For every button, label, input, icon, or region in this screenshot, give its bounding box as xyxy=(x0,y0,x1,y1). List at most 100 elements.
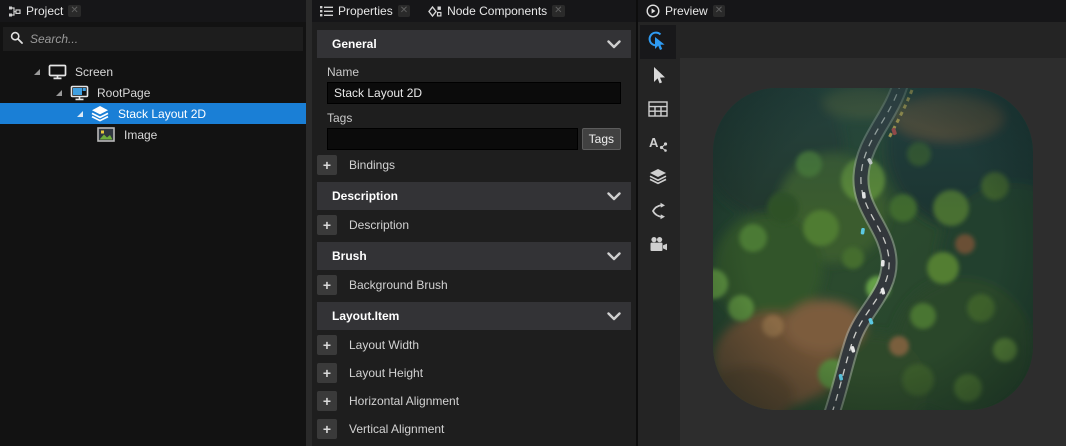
section-general[interactable]: General xyxy=(317,30,631,58)
section-description[interactable]: Description xyxy=(317,182,631,210)
tab-preview-close-icon[interactable]: ✕ xyxy=(713,5,725,17)
interact-tool-button[interactable] xyxy=(640,25,676,59)
section-brush[interactable]: Brush xyxy=(317,242,631,270)
project-tabbar: Project ✕ xyxy=(0,0,306,22)
add-layout-width-button[interactable]: + xyxy=(317,335,337,355)
preview-panel: Preview ✕ xyxy=(638,0,1066,446)
add-description-button[interactable]: + xyxy=(317,215,337,235)
node-components-icon xyxy=(428,5,442,18)
branch-arrows-icon xyxy=(648,202,668,223)
preview-canvas[interactable] xyxy=(680,58,1066,446)
description-row-label: Description xyxy=(349,218,409,232)
properties-content: General Name Tags Tags + Bindings xyxy=(312,22,636,446)
background-brush-row: + Background Brush xyxy=(312,272,636,298)
chevron-down-icon[interactable] xyxy=(607,252,621,261)
connections-tool-button[interactable] xyxy=(640,195,676,229)
grid-icon xyxy=(648,101,668,120)
tab-node-components[interactable]: Node Components ✕ xyxy=(420,0,572,22)
project-tree: Screen RootPage Stack Layout 2D xyxy=(0,57,306,446)
stack-layout-icon xyxy=(90,105,110,122)
application-window: Project ✕ Screen xyxy=(0,0,1066,446)
background-brush-label: Background Brush xyxy=(349,278,448,292)
screen-icon xyxy=(47,64,67,80)
tree-item-label: RootPage xyxy=(97,86,150,100)
pointer-click-icon xyxy=(647,30,669,55)
search-input[interactable] xyxy=(30,32,296,46)
tab-project[interactable]: Project ✕ xyxy=(0,0,89,22)
tags-field: Tags Tags xyxy=(327,104,621,150)
tree-item-label: Stack Layout 2D xyxy=(118,107,206,121)
bindings-label: Bindings xyxy=(349,158,395,172)
expander-icon[interactable] xyxy=(56,90,62,96)
tags-button[interactable]: Tags xyxy=(582,128,621,150)
chevron-down-icon[interactable] xyxy=(607,192,621,201)
tags-input[interactable] xyxy=(327,128,578,150)
layout-height-label: Layout Height xyxy=(349,366,423,380)
vertical-alignment-row: + Vertical Alignment xyxy=(312,416,636,442)
bindings-row: + Bindings xyxy=(312,152,636,178)
grid-tool-button[interactable] xyxy=(640,93,676,127)
add-binding-button[interactable]: + xyxy=(317,155,337,175)
chevron-down-icon[interactable] xyxy=(607,312,621,321)
section-brush-title: Brush xyxy=(332,249,367,263)
description-row: + Description xyxy=(312,212,636,238)
search-icon xyxy=(10,31,23,47)
preview-toolbar: A xyxy=(638,22,680,446)
tab-properties-close-icon[interactable]: ✕ xyxy=(398,5,410,17)
svg-text:A: A xyxy=(649,135,659,150)
add-horizontal-alignment-button[interactable]: + xyxy=(317,391,337,411)
tags-label: Tags xyxy=(327,104,621,128)
properties-tabbar: Properties ✕ Node Components ✕ xyxy=(312,0,636,22)
tree-item-stack-layout-2d[interactable]: Stack Layout 2D xyxy=(0,103,306,124)
tab-properties[interactable]: Properties ✕ xyxy=(312,0,418,22)
image-icon xyxy=(96,127,116,142)
add-layout-height-button[interactable]: + xyxy=(317,363,337,383)
expander-icon[interactable] xyxy=(77,111,83,117)
text-tool-button[interactable]: A xyxy=(640,127,676,161)
tab-preview[interactable]: Preview ✕ xyxy=(638,0,733,22)
tab-node-components-label: Node Components xyxy=(447,4,547,18)
vertical-alignment-label: Vertical Alignment xyxy=(349,422,444,436)
horizontal-alignment-label: Horizontal Alignment xyxy=(349,394,459,408)
properties-list-icon xyxy=(320,5,333,17)
arrow-cursor-icon xyxy=(648,65,668,88)
tab-node-components-close-icon[interactable]: ✕ xyxy=(552,5,564,17)
add-vertical-alignment-button[interactable]: + xyxy=(317,419,337,439)
project-panel: Project ✕ Screen xyxy=(0,0,306,446)
section-layout-item-title: Layout.Item xyxy=(332,309,399,323)
preview-tabbar: Preview ✕ xyxy=(638,0,1066,22)
layout-width-label: Layout Width xyxy=(349,338,419,352)
rootpage-icon xyxy=(69,85,89,101)
search-box[interactable] xyxy=(3,27,303,51)
layout-height-row: + Layout Height xyxy=(312,360,636,386)
tree-item-image[interactable]: Image xyxy=(0,124,306,145)
text-binding-icon: A xyxy=(648,134,668,155)
tab-project-label: Project xyxy=(26,4,63,18)
tree-item-rootpage[interactable]: RootPage xyxy=(0,82,306,103)
add-background-brush-button[interactable]: + xyxy=(317,275,337,295)
project-icon xyxy=(8,5,21,18)
layout-width-row: + Layout Width xyxy=(312,332,636,358)
layers-icon xyxy=(648,168,668,188)
camera-icon xyxy=(648,236,668,256)
tree-item-screen[interactable]: Screen xyxy=(0,61,306,82)
tree-item-label: Image xyxy=(124,128,157,142)
chevron-down-icon[interactable] xyxy=(607,40,621,49)
section-description-title: Description xyxy=(332,189,398,203)
name-label: Name xyxy=(327,58,621,82)
name-field: Name xyxy=(327,58,621,104)
section-layout-item[interactable]: Layout.Item xyxy=(317,302,631,330)
tab-preview-label: Preview xyxy=(665,4,708,18)
search-row xyxy=(0,22,306,57)
tree-item-label: Screen xyxy=(75,65,113,79)
section-general-title: General xyxy=(332,37,377,51)
camera-tool-button[interactable] xyxy=(640,229,676,263)
tab-properties-label: Properties xyxy=(338,4,393,18)
layers-tool-button[interactable] xyxy=(640,161,676,195)
preview-image xyxy=(713,88,1033,410)
tab-project-close-icon[interactable]: ✕ xyxy=(68,5,80,17)
select-tool-button[interactable] xyxy=(640,59,676,93)
properties-panel: Properties ✕ Node Components ✕ General N xyxy=(312,0,636,446)
expander-icon[interactable] xyxy=(34,69,40,75)
name-input[interactable] xyxy=(327,82,621,104)
